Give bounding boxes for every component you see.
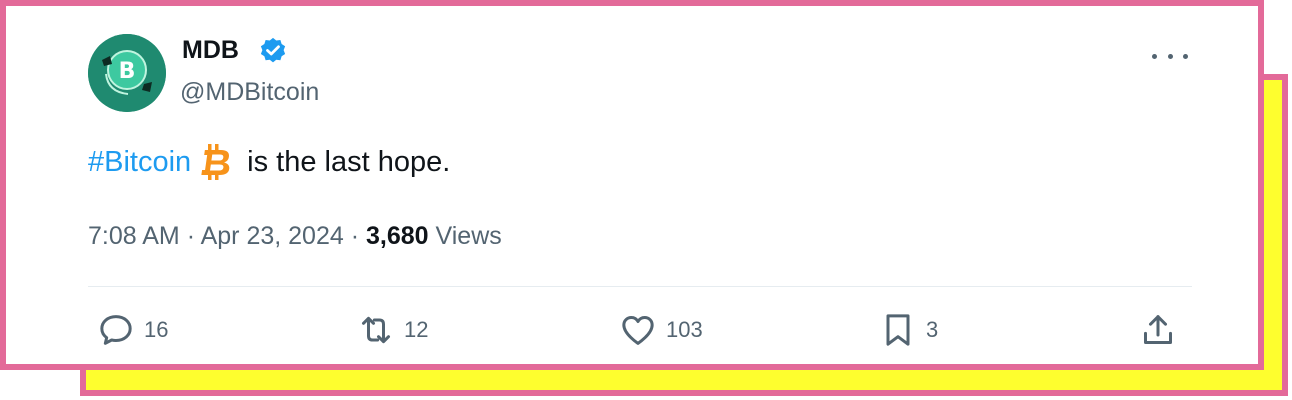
reply-button[interactable]: 16 xyxy=(96,310,168,350)
more-options-button[interactable] xyxy=(1152,46,1188,66)
views-label: Views xyxy=(435,222,502,250)
tweet-body-text: is the last hope. xyxy=(247,145,451,178)
tweet-time[interactable]: 7:08 AM xyxy=(88,222,180,250)
more-dot-icon xyxy=(1167,53,1173,59)
author-name[interactable]: MDB xyxy=(182,36,239,65)
divider xyxy=(88,286,1192,287)
bitcoin-cash-logo-icon: B xyxy=(88,34,166,112)
reply-icon xyxy=(100,315,132,345)
heart-icon xyxy=(622,316,654,345)
repost-button[interactable]: 12 xyxy=(356,310,428,350)
bookmark-count: 3 xyxy=(926,317,939,342)
avatar[interactable]: B xyxy=(88,34,166,112)
views-count: 3,680 xyxy=(366,222,429,250)
svg-text:B: B xyxy=(119,59,136,84)
reply-count: 16 xyxy=(144,317,169,342)
bookmark-icon xyxy=(886,314,910,346)
share-button[interactable] xyxy=(1138,310,1178,350)
repost-icon xyxy=(362,316,390,344)
verified-badge-icon xyxy=(260,37,286,63)
repost-count: 12 xyxy=(404,317,429,342)
like-button[interactable]: 103 xyxy=(618,310,703,350)
more-dot-icon xyxy=(1152,53,1157,59)
tweet-meta: 7:08 AM · Apr 23, 2024 · 3,680 Views xyxy=(88,222,502,251)
more-dot-icon xyxy=(1183,53,1188,59)
hashtag-link[interactable]: #Bitcoin xyxy=(88,146,191,179)
meta-separator: · xyxy=(186,222,196,250)
bitcoin-emoji-icon xyxy=(201,144,230,180)
tweet-actions-bar: 16 12 103 3 xyxy=(88,310,1192,358)
share-icon xyxy=(1144,315,1172,344)
like-count: 103 xyxy=(666,317,703,342)
meta-separator: · xyxy=(350,222,360,250)
author-handle[interactable]: @MDBitcoin xyxy=(180,78,319,107)
bookmark-button[interactable]: 3 xyxy=(878,310,938,350)
tweet-card: B MDB @MDBitcoin #Bitcoin is the last ho… xyxy=(88,30,1192,360)
tweet-date[interactable]: Apr 23, 2024 xyxy=(201,222,344,250)
screenshot-stage: B MDB @MDBitcoin #Bitcoin is the last ho… xyxy=(0,0,1292,400)
tweet-text: #Bitcoin is the last hope. xyxy=(88,142,450,182)
